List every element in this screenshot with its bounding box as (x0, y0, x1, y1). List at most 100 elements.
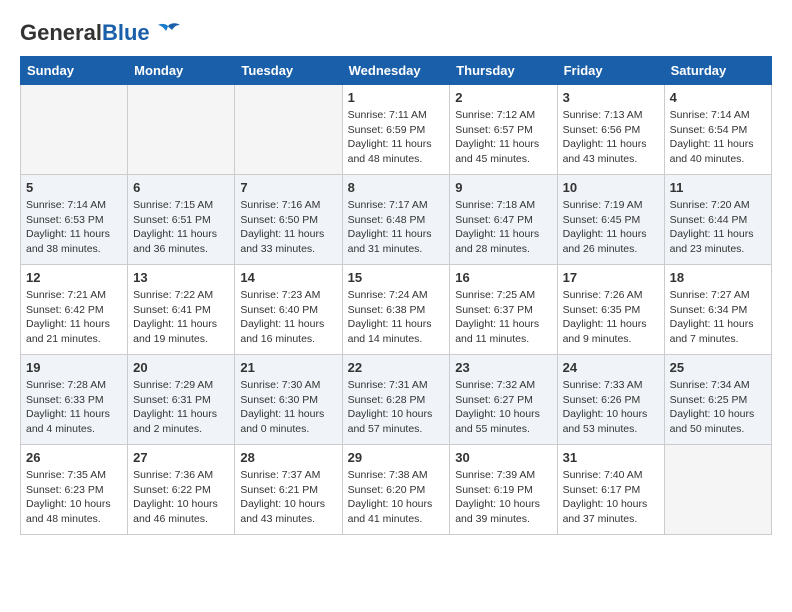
day-info: Sunrise: 7:40 AMSunset: 6:17 PMDaylight:… (563, 468, 659, 527)
day-info: Sunrise: 7:36 AMSunset: 6:22 PMDaylight:… (133, 468, 229, 527)
calendar-cell: 17 Sunrise: 7:26 AMSunset: 6:35 PMDayligh… (557, 265, 664, 355)
day-number: 10 (563, 180, 659, 195)
calendar-cell: 12 Sunrise: 7:21 AMSunset: 6:42 PMDayligh… (21, 265, 128, 355)
day-number: 24 (563, 360, 659, 375)
calendar-cell: 29 Sunrise: 7:38 AMSunset: 6:20 PMDayligh… (342, 445, 450, 535)
day-info: Sunrise: 7:17 AMSunset: 6:48 PMDaylight:… (348, 198, 445, 257)
weekday-header-tuesday: Tuesday (235, 57, 342, 85)
day-number: 16 (455, 270, 551, 285)
calendar-cell: 11Sunrise: 7:20 AMSunset: 6:44 PMDayligh… (664, 175, 771, 265)
day-info: Sunrise: 7:16 AMSunset: 6:50 PMDaylight:… (240, 198, 336, 257)
day-info: Sunrise: 7:37 AMSunset: 6:21 PMDaylight:… (240, 468, 336, 527)
calendar-cell: 6 Sunrise: 7:15 AMSunset: 6:51 PMDaylight… (128, 175, 235, 265)
day-info: Sunrise: 7:19 AMSunset: 6:45 PMDaylight:… (563, 198, 659, 257)
day-info: Sunrise: 7:21 AMSunset: 6:42 PMDaylight:… (26, 288, 122, 347)
day-number: 17 (563, 270, 659, 285)
day-number: 5 (26, 180, 122, 195)
calendar-cell: 18Sunrise: 7:27 AMSunset: 6:34 PMDayligh… (664, 265, 771, 355)
calendar-cell: 22 Sunrise: 7:31 AMSunset: 6:28 PMDayligh… (342, 355, 450, 445)
day-number: 27 (133, 450, 229, 465)
day-info: Sunrise: 7:23 AMSunset: 6:40 PMDaylight:… (240, 288, 336, 347)
day-info: Sunrise: 7:38 AMSunset: 6:20 PMDaylight:… (348, 468, 445, 527)
day-info: Sunrise: 7:35 AMSunset: 6:23 PMDaylight:… (26, 468, 122, 527)
day-info: Sunrise: 7:11 AMSunset: 6:59 PMDaylight:… (348, 108, 445, 167)
day-number: 14 (240, 270, 336, 285)
day-number: 31 (563, 450, 659, 465)
day-info: Sunrise: 7:32 AMSunset: 6:27 PMDaylight:… (455, 378, 551, 437)
calendar-cell: 9 Sunrise: 7:18 AMSunset: 6:47 PMDaylight… (450, 175, 557, 265)
calendar-table: SundayMondayTuesdayWednesdayThursdayFrid… (20, 56, 772, 535)
day-info: Sunrise: 7:18 AMSunset: 6:47 PMDaylight:… (455, 198, 551, 257)
day-info: Sunrise: 7:13 AMSunset: 6:56 PMDaylight:… (563, 108, 659, 167)
logo-bird-icon (154, 22, 182, 44)
day-number: 26 (26, 450, 122, 465)
calendar-cell: 1Sunrise: 7:11 AMSunset: 6:59 PMDaylight… (342, 85, 450, 175)
calendar-cell: 3 Sunrise: 7:13 AMSunset: 6:56 PMDaylight… (557, 85, 664, 175)
weekday-header-monday: Monday (128, 57, 235, 85)
day-info: Sunrise: 7:14 AMSunset: 6:53 PMDaylight:… (26, 198, 122, 257)
weekday-header-wednesday: Wednesday (342, 57, 450, 85)
day-number: 6 (133, 180, 229, 195)
day-info: Sunrise: 7:39 AMSunset: 6:19 PMDaylight:… (455, 468, 551, 527)
day-number: 7 (240, 180, 336, 195)
day-info: Sunrise: 7:12 AMSunset: 6:57 PMDaylight:… (455, 108, 551, 167)
calendar-cell: 28 Sunrise: 7:37 AMSunset: 6:21 PMDayligh… (235, 445, 342, 535)
day-number: 19 (26, 360, 122, 375)
day-info: Sunrise: 7:28 AMSunset: 6:33 PMDaylight:… (26, 378, 122, 437)
weekday-header-saturday: Saturday (664, 57, 771, 85)
day-info: Sunrise: 7:31 AMSunset: 6:28 PMDaylight:… (348, 378, 445, 437)
calendar-cell: 24 Sunrise: 7:33 AMSunset: 6:26 PMDayligh… (557, 355, 664, 445)
day-number: 13 (133, 270, 229, 285)
day-number: 23 (455, 360, 551, 375)
calendar-cell: 19 Sunrise: 7:28 AMSunset: 6:33 PMDayligh… (21, 355, 128, 445)
calendar-cell: 20 Sunrise: 7:29 AMSunset: 6:31 PMDayligh… (128, 355, 235, 445)
day-info: Sunrise: 7:33 AMSunset: 6:26 PMDaylight:… (563, 378, 659, 437)
calendar-cell (128, 85, 235, 175)
calendar-cell: 16 Sunrise: 7:25 AMSunset: 6:37 PMDayligh… (450, 265, 557, 355)
day-number: 12 (26, 270, 122, 285)
week-row-1: 1Sunrise: 7:11 AMSunset: 6:59 PMDaylight… (21, 85, 772, 175)
day-info: Sunrise: 7:34 AMSunset: 6:25 PMDaylight:… (670, 378, 766, 437)
day-number: 25 (670, 360, 766, 375)
calendar-cell: 2Sunrise: 7:12 AMSunset: 6:57 PMDaylight… (450, 85, 557, 175)
day-number: 22 (348, 360, 445, 375)
calendar-cell (21, 85, 128, 175)
day-number: 9 (455, 180, 551, 195)
calendar-cell: 13Sunrise: 7:22 AMSunset: 6:41 PMDayligh… (128, 265, 235, 355)
calendar-cell: 30 Sunrise: 7:39 AMSunset: 6:19 PMDayligh… (450, 445, 557, 535)
weekday-header-row: SundayMondayTuesdayWednesdayThursdayFrid… (21, 57, 772, 85)
day-number: 20 (133, 360, 229, 375)
calendar-cell: 14 Sunrise: 7:23 AMSunset: 6:40 PMDayligh… (235, 265, 342, 355)
day-number: 8 (348, 180, 445, 195)
calendar-cell: 31 Sunrise: 7:40 AMSunset: 6:17 PMDayligh… (557, 445, 664, 535)
day-info: Sunrise: 7:25 AMSunset: 6:37 PMDaylight:… (455, 288, 551, 347)
calendar-cell: 23 Sunrise: 7:32 AMSunset: 6:27 PMDayligh… (450, 355, 557, 445)
day-info: Sunrise: 7:15 AMSunset: 6:51 PMDaylight:… (133, 198, 229, 257)
day-info: Sunrise: 7:29 AMSunset: 6:31 PMDaylight:… (133, 378, 229, 437)
logo-text: GeneralBlue (20, 20, 150, 46)
week-row-4: 19 Sunrise: 7:28 AMSunset: 6:33 PMDayligh… (21, 355, 772, 445)
calendar-cell: 27 Sunrise: 7:36 AMSunset: 6:22 PMDayligh… (128, 445, 235, 535)
day-number: 30 (455, 450, 551, 465)
calendar-cell: 10 Sunrise: 7:19 AMSunset: 6:45 PMDayligh… (557, 175, 664, 265)
day-number: 11 (670, 180, 766, 195)
week-row-5: 26 Sunrise: 7:35 AMSunset: 6:23 PMDayligh… (21, 445, 772, 535)
weekday-header-sunday: Sunday (21, 57, 128, 85)
logo: GeneralBlue (20, 20, 182, 46)
calendar-cell: 25 Sunrise: 7:34 AMSunset: 6:25 PMDayligh… (664, 355, 771, 445)
calendar-cell: 7 Sunrise: 7:16 AMSunset: 6:50 PMDaylight… (235, 175, 342, 265)
day-number: 29 (348, 450, 445, 465)
day-info: Sunrise: 7:27 AMSunset: 6:34 PMDaylight:… (670, 288, 766, 347)
weekday-header-thursday: Thursday (450, 57, 557, 85)
day-number: 28 (240, 450, 336, 465)
calendar-cell: 21Sunrise: 7:30 AMSunset: 6:30 PMDayligh… (235, 355, 342, 445)
week-row-2: 5 Sunrise: 7:14 AMSunset: 6:53 PMDaylight… (21, 175, 772, 265)
calendar-cell: 15 Sunrise: 7:24 AMSunset: 6:38 PMDayligh… (342, 265, 450, 355)
day-number: 3 (563, 90, 659, 105)
day-number: 4 (670, 90, 766, 105)
day-info: Sunrise: 7:26 AMSunset: 6:35 PMDaylight:… (563, 288, 659, 347)
calendar-cell: 8 Sunrise: 7:17 AMSunset: 6:48 PMDaylight… (342, 175, 450, 265)
day-info: Sunrise: 7:24 AMSunset: 6:38 PMDaylight:… (348, 288, 445, 347)
page-header: GeneralBlue (20, 20, 772, 46)
day-number: 15 (348, 270, 445, 285)
